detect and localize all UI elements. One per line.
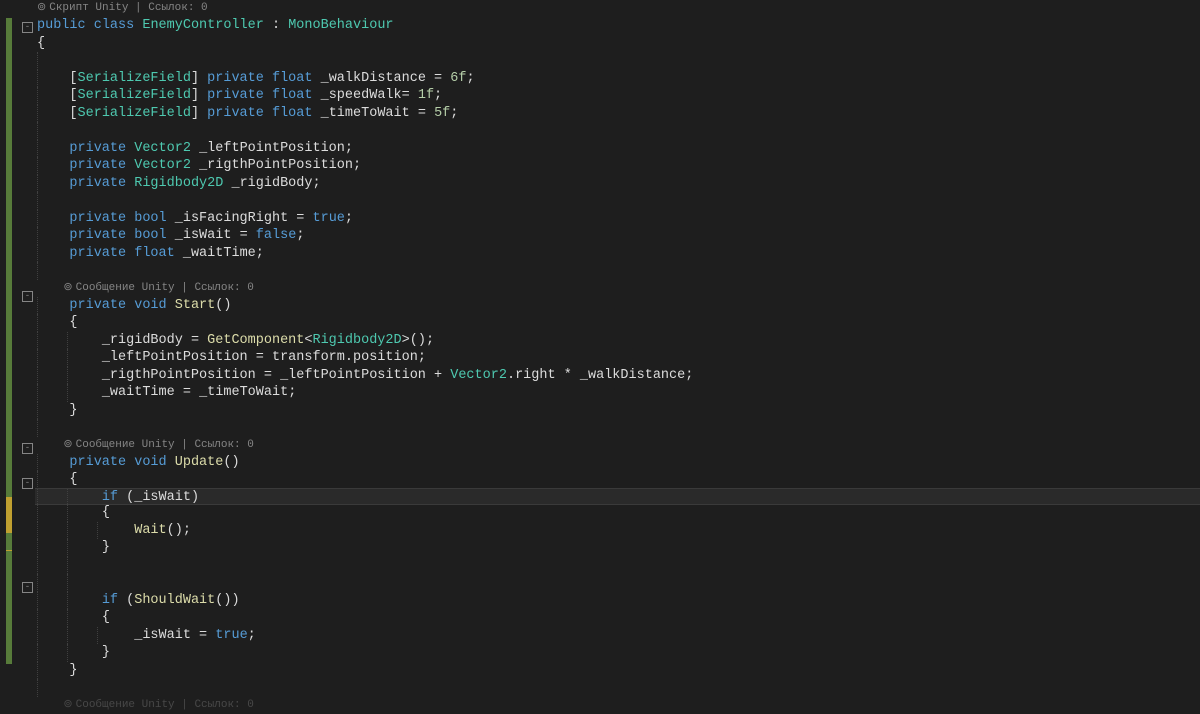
code-line[interactable]: private void Update() bbox=[35, 454, 1200, 472]
fold-icon[interactable]: - bbox=[22, 582, 33, 593]
gutter: - - - - - bbox=[0, 0, 35, 680]
code-line[interactable]: } bbox=[35, 539, 1200, 557]
code-line[interactable]: [SerializeField] private float _timeToWa… bbox=[35, 105, 1200, 123]
code-line[interactable] bbox=[35, 574, 1200, 592]
code-line[interactable]: [SerializeField] private float _speedWal… bbox=[35, 87, 1200, 105]
code-line[interactable]: { bbox=[35, 314, 1200, 332]
code-line[interactable]: Wait(); bbox=[35, 522, 1200, 540]
code-line[interactable] bbox=[35, 192, 1200, 210]
code-line-current[interactable]: if (_isWait) bbox=[35, 488, 1200, 506]
code-line[interactable] bbox=[35, 557, 1200, 575]
code-line[interactable]: } bbox=[35, 662, 1200, 680]
unity-icon: ⊚ bbox=[37, 2, 46, 14]
unity-icon: ⊚ bbox=[63, 282, 72, 294]
code-line[interactable] bbox=[35, 52, 1200, 70]
code-line[interactable]: if (ShouldWait()) bbox=[35, 592, 1200, 610]
code-line[interactable]: _rigthPointPosition = _leftPointPosition… bbox=[35, 367, 1200, 385]
fold-icon[interactable]: - bbox=[22, 443, 33, 454]
fold-icon[interactable]: - bbox=[22, 22, 33, 33]
code-line[interactable]: private bool _isWait = false; bbox=[35, 227, 1200, 245]
code-line[interactable] bbox=[35, 122, 1200, 140]
unity-icon: ⊚ bbox=[63, 699, 72, 711]
code-line[interactable]: _isWait = true; bbox=[35, 627, 1200, 645]
code-line[interactable]: private void Start() bbox=[35, 297, 1200, 315]
code-line[interactable]: { bbox=[35, 504, 1200, 522]
code-line[interactable]: private bool _isFacingRight = true; bbox=[35, 210, 1200, 228]
code-line[interactable]: [SerializeField] private float _walkDist… bbox=[35, 70, 1200, 88]
code-line[interactable]: { bbox=[35, 35, 1200, 53]
code-line[interactable]: private Vector2 _rigthPointPosition; bbox=[35, 157, 1200, 175]
code-line[interactable]: _waitTime = _timeToWait; bbox=[35, 384, 1200, 402]
codelens-method-cut[interactable]: ⊚Сообщение Unity | Ссылок: 0 bbox=[35, 697, 1200, 714]
unity-icon: ⊚ bbox=[63, 439, 72, 451]
codelens-method[interactable]: ⊚Сообщение Unity | Ссылок: 0 bbox=[35, 437, 1200, 454]
code-line[interactable]: } bbox=[35, 644, 1200, 662]
code-line[interactable]: { bbox=[35, 609, 1200, 627]
code-line[interactable]: private Rigidbody2D _rigidBody; bbox=[35, 175, 1200, 193]
code-editor[interactable]: - - - - - ⊚Скрипт Unity | Ссылок: 0 publ… bbox=[0, 0, 1200, 680]
code-line[interactable] bbox=[35, 419, 1200, 437]
codelens-method[interactable]: ⊚Сообщение Unity | Ссылок: 0 bbox=[35, 280, 1200, 297]
fold-icon[interactable]: - bbox=[22, 478, 33, 489]
code-line[interactable] bbox=[35, 262, 1200, 280]
code-line[interactable]: _rigidBody = GetComponent<Rigidbody2D>()… bbox=[35, 332, 1200, 350]
code-line[interactable]: _leftPointPosition = transform.position; bbox=[35, 349, 1200, 367]
code-line[interactable]: private float _waitTime; bbox=[35, 245, 1200, 263]
fold-icon[interactable]: - bbox=[22, 291, 33, 302]
code-line[interactable]: private Vector2 _leftPointPosition; bbox=[35, 140, 1200, 158]
code-line[interactable] bbox=[35, 679, 1200, 697]
codelens-class[interactable]: ⊚Скрипт Unity | Ссылок: 0 bbox=[35, 0, 1200, 17]
code-line[interactable]: public class EnemyController : MonoBehav… bbox=[35, 17, 1200, 35]
code-line[interactable]: { bbox=[35, 471, 1200, 489]
code-line[interactable]: } bbox=[35, 402, 1200, 420]
